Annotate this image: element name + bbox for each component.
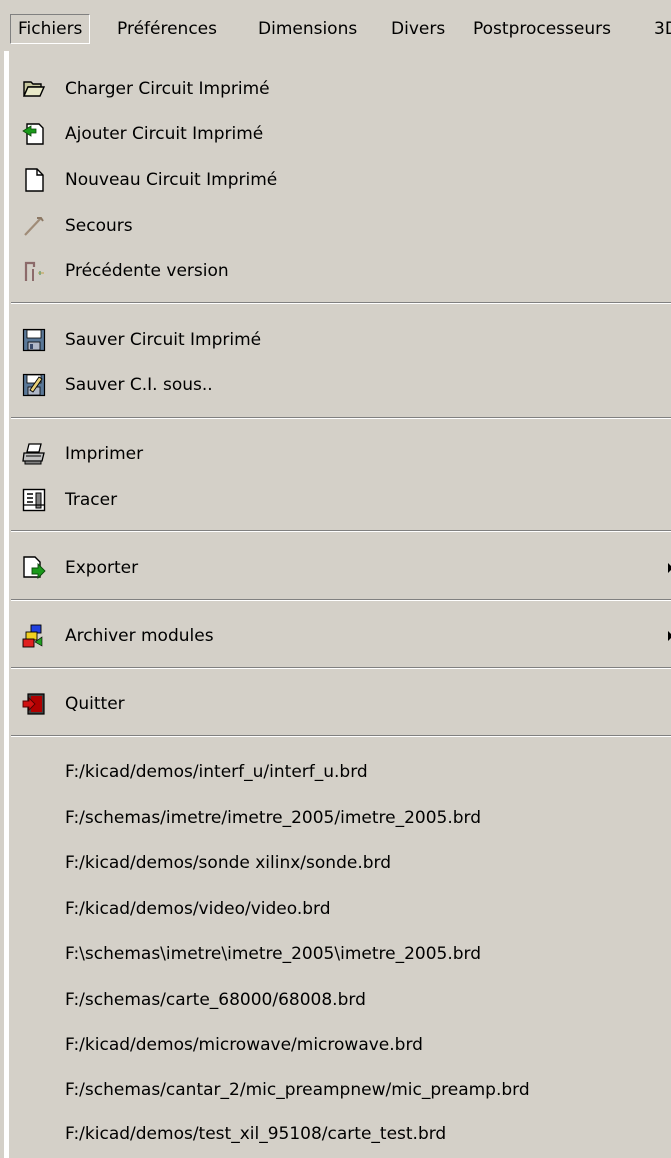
export-icon xyxy=(22,556,46,580)
menu-item-label: Quitter xyxy=(65,694,125,714)
menu-item-label: Ajouter Circuit Imprimé xyxy=(65,124,264,144)
window-left-edge xyxy=(0,0,4,1158)
quit-icon xyxy=(22,692,46,716)
menu-separator xyxy=(11,530,671,532)
menu-separator xyxy=(11,735,671,737)
recent-file-item[interactable]: F:/kicad/demos/video/video.brd xyxy=(65,889,331,929)
new-file-icon xyxy=(22,168,46,192)
recent-file-item[interactable]: F:/kicad/demos/microwave/microwave.brd xyxy=(65,1025,423,1065)
menu-item-secours[interactable]: Secours xyxy=(9,206,671,246)
menu-item-label: Imprimer xyxy=(65,444,144,464)
menu-item-precedente[interactable]: Précédente version xyxy=(9,251,671,291)
recent-file-item[interactable]: F:/schemas/imetre/imetre_2005/imetre_200… xyxy=(65,798,481,838)
recent-file-item[interactable]: F:/schemas/cantar_2/mic_preampnew/mic_pr… xyxy=(65,1070,530,1110)
menu-fichiers[interactable]: Fichiers xyxy=(10,14,91,44)
fichiers-dropdown-menu: Charger Circuit Imprimé Ajouter Circuit … xyxy=(7,51,671,1158)
menu-item-archiver[interactable]: Archiver modules xyxy=(9,616,671,656)
app-window: Fichiers Préférences Dimensions Divers P… xyxy=(0,0,671,1158)
menu-separator xyxy=(11,417,671,419)
recent-file-item[interactable]: F:/kicad/demos/test_xil_95108/carte_test… xyxy=(65,1114,446,1154)
printer-icon xyxy=(22,442,46,466)
recent-file-item[interactable]: F:/kicad/demos/sonde xilinx/sonde.brd xyxy=(65,843,391,883)
menu-item-label: Nouveau Circuit Imprimé xyxy=(65,170,278,190)
menu-item-label: Exporter xyxy=(65,558,139,578)
menu-item-label: Secours xyxy=(65,216,133,236)
menu-item-label: Précédente version xyxy=(65,261,229,281)
menu-item-nouveau[interactable]: Nouveau Circuit Imprimé xyxy=(9,160,671,200)
menu-item-tracer[interactable]: Tracer xyxy=(9,480,671,520)
previous-version-icon xyxy=(22,259,46,283)
menu-dimensions[interactable]: Dimensions xyxy=(251,14,364,44)
menu-item-label: Archiver modules xyxy=(65,626,214,646)
menu-item-imprimer[interactable]: Imprimer xyxy=(9,434,671,474)
menu-item-quitter[interactable]: Quitter xyxy=(9,684,671,724)
add-board-icon xyxy=(22,122,46,146)
menu-item-label: Sauver C.I. sous.. xyxy=(65,375,213,395)
plot-icon xyxy=(22,488,46,512)
menu-preferences[interactable]: Préférences xyxy=(110,14,224,44)
folder-open-icon xyxy=(22,77,46,101)
menu-bar: Fichiers Préférences Dimensions Divers P… xyxy=(4,0,671,51)
recent-file-item[interactable]: F:\schemas\imetre\imetre_2005\imetre_200… xyxy=(65,934,481,974)
menu-item-label: Charger Circuit Imprimé xyxy=(65,79,270,99)
rescue-icon xyxy=(22,214,46,238)
menu-separator xyxy=(11,599,671,601)
menu-3d[interactable]: 3D xyxy=(647,14,671,44)
menu-item-exporter[interactable]: Exporter xyxy=(9,548,671,588)
menu-item-sauver-sous[interactable]: Sauver C.I. sous.. xyxy=(9,365,671,405)
menu-item-label: Sauver Circuit Imprimé xyxy=(65,330,262,350)
menu-item-sauver[interactable]: Sauver Circuit Imprimé xyxy=(9,320,671,360)
menu-separator xyxy=(11,302,671,304)
archive-modules-icon xyxy=(22,624,46,648)
menu-divers[interactable]: Divers xyxy=(384,14,452,44)
menu-item-label: Tracer xyxy=(65,490,118,510)
recent-file-item[interactable]: F:/schemas/carte_68000/68008.brd xyxy=(65,980,366,1020)
menu-item-charger[interactable]: Charger Circuit Imprimé xyxy=(9,69,671,109)
menu-postprocesseurs[interactable]: Postprocesseurs xyxy=(466,14,618,44)
menu-separator xyxy=(11,667,671,669)
save-as-icon xyxy=(22,373,46,397)
menu-item-ajouter[interactable]: Ajouter Circuit Imprimé xyxy=(9,114,671,154)
save-icon xyxy=(22,328,46,352)
recent-file-item[interactable]: F:/kicad/demos/interf_u/interf_u.brd xyxy=(65,752,368,792)
